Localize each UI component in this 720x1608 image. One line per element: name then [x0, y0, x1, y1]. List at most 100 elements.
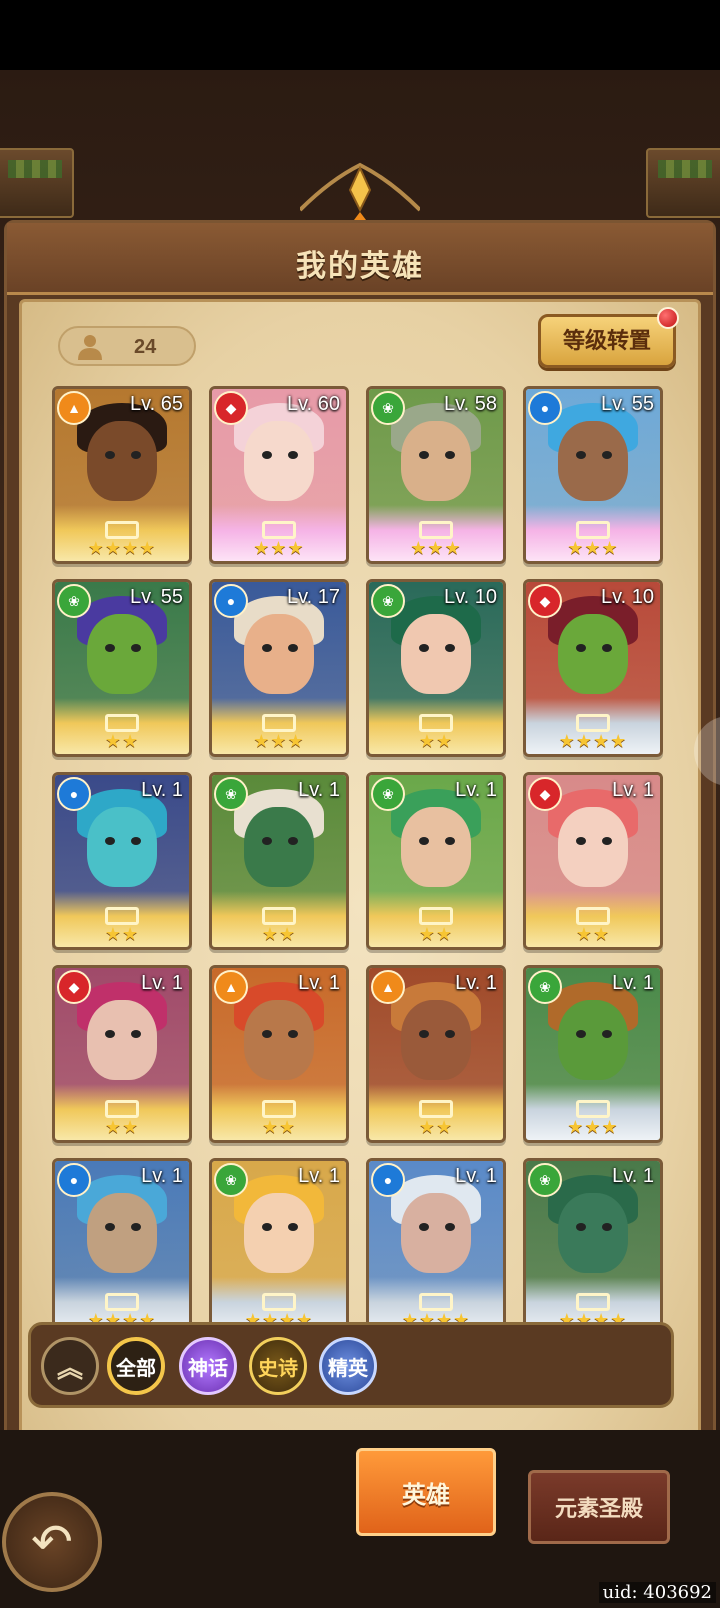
- hero-eye: [105, 1030, 115, 1038]
- hero-eye: [445, 644, 455, 652]
- hero-level: Lv. 10: [601, 586, 654, 608]
- element-water-icon: ●: [371, 1163, 405, 1197]
- hero-eye: [288, 451, 298, 459]
- tab-heroes[interactable]: 英雄: [356, 1448, 496, 1536]
- hero-stars: ★★: [418, 731, 454, 751]
- hero-eye: [576, 837, 586, 845]
- element-wind-icon: ❀: [57, 584, 91, 618]
- hero-level: Lv. 1: [455, 972, 497, 994]
- hero-eye: [105, 837, 115, 845]
- filter-mythic-button[interactable]: 神话: [179, 1337, 237, 1395]
- hero-level: Lv. 58: [444, 393, 497, 415]
- element-water-icon: ●: [57, 777, 91, 811]
- hero-eye: [445, 837, 455, 845]
- hero-card[interactable]: Lv. 1 ● ★★★★: [52, 1158, 192, 1336]
- person-icon: [78, 335, 102, 360]
- hero-card[interactable]: Lv. 65 ▲ ★★★★: [52, 386, 192, 564]
- hero-stars: ★★★★: [87, 538, 157, 558]
- hero-face: [244, 807, 314, 887]
- hero-face: [87, 614, 157, 694]
- hero-card[interactable]: Lv. 1 ● ★★: [52, 772, 192, 950]
- hero-card[interactable]: Lv. 1 ◆ ★★: [52, 965, 192, 1143]
- hero-crest-icon: [262, 907, 296, 925]
- hero-face: [401, 1193, 471, 1273]
- hero-card[interactable]: Lv. 10 ❀ ★★: [366, 579, 506, 757]
- hero-crest-icon: [105, 714, 139, 732]
- hero-eye: [288, 837, 298, 845]
- collapse-chevron-icon[interactable]: ︽: [41, 1337, 99, 1395]
- hero-card[interactable]: Lv. 1 ◆ ★★: [523, 772, 663, 950]
- hero-eye: [419, 451, 429, 459]
- back-arrow-icon[interactable]: ↶: [2, 1492, 102, 1592]
- hero-eye: [288, 1223, 298, 1231]
- hero-stars: ★★: [104, 924, 140, 944]
- hero-card[interactable]: Lv. 1 ▲ ★★: [366, 965, 506, 1143]
- filter-all-button[interactable]: 全部: [107, 1337, 165, 1395]
- hero-card[interactable]: Lv. 55 ❀ ★★: [52, 579, 192, 757]
- element-water-icon: ●: [214, 584, 248, 618]
- hero-card[interactable]: Lv. 1 ▲ ★★: [209, 965, 349, 1143]
- level-reset-button[interactable]: 等级转置: [538, 307, 679, 368]
- hero-level: Lv. 55: [130, 586, 183, 608]
- level-reset-label: 等级转置: [562, 328, 651, 353]
- hero-level: Lv. 1: [612, 972, 654, 994]
- hero-card[interactable]: Lv. 1 ❀ ★★★: [523, 965, 663, 1143]
- hero-card[interactable]: Lv. 1 ● ★★★★: [366, 1158, 506, 1336]
- hero-card[interactable]: Lv. 55 ● ★★★: [523, 386, 663, 564]
- hero-stars: ★★★: [410, 538, 462, 558]
- right-pillar-decoration: [646, 148, 720, 218]
- hero-level: Lv. 1: [612, 1165, 654, 1187]
- hero-eye: [419, 644, 429, 652]
- tab-element-temple[interactable]: 元素圣殿: [528, 1470, 670, 1544]
- hero-stars: ★★: [575, 924, 611, 944]
- element-water-icon: ●: [528, 391, 562, 425]
- hero-card[interactable]: Lv. 1 ❀ ★★: [209, 772, 349, 950]
- hero-face: [558, 421, 628, 501]
- hero-level: Lv. 65: [130, 393, 183, 415]
- element-water-icon: ●: [57, 1163, 91, 1197]
- hero-card[interactable]: Lv. 1 ❀ ★★: [366, 772, 506, 950]
- hero-stars: ★★: [418, 924, 454, 944]
- hero-crest-icon: [262, 1293, 296, 1311]
- hero-eye: [105, 1223, 115, 1231]
- hero-face: [87, 1000, 157, 1080]
- hero-crest-icon: [105, 521, 139, 539]
- hero-eye: [576, 451, 586, 459]
- hero-face: [558, 807, 628, 887]
- user-id-label: uid: 403692: [598, 1582, 716, 1603]
- rarity-filter-bar: ︽ 全部 神话 史诗 精英: [28, 1322, 674, 1408]
- hero-crest-icon: [576, 1293, 610, 1311]
- hero-eye: [419, 1223, 429, 1231]
- hero-stars: ★★★: [567, 1117, 619, 1137]
- hero-level: Lv. 17: [287, 586, 340, 608]
- hero-crest-icon: [576, 907, 610, 925]
- hero-crest-icon: [576, 521, 610, 539]
- element-fire-icon: ▲: [371, 970, 405, 1004]
- hero-eye: [288, 1030, 298, 1038]
- hero-eye: [602, 837, 612, 845]
- hero-face: [558, 614, 628, 694]
- hero-card[interactable]: Lv. 1 ❀ ★★★★: [209, 1158, 349, 1336]
- hero-eye: [576, 644, 586, 652]
- hero-stars: ★★: [418, 1117, 454, 1137]
- hero-eye: [419, 1030, 429, 1038]
- hero-crest-icon: [262, 1100, 296, 1118]
- hero-card[interactable]: Lv. 60 ◆ ★★★: [209, 386, 349, 564]
- hero-face: [401, 614, 471, 694]
- hero-eye: [602, 1030, 612, 1038]
- hero-eye: [602, 644, 612, 652]
- hero-stars: ★★★: [567, 538, 619, 558]
- hero-eye: [131, 644, 141, 652]
- filter-epic-button[interactable]: 史诗: [249, 1337, 307, 1395]
- hero-eye: [262, 1223, 272, 1231]
- hero-count-badge: 24: [58, 326, 196, 366]
- hero-card[interactable]: Lv. 17 ● ★★★: [209, 579, 349, 757]
- element-wind-icon: ❀: [214, 777, 248, 811]
- filter-elite-button[interactable]: 精英: [319, 1337, 377, 1395]
- hero-card[interactable]: Lv. 10 ◆ ★★★★: [523, 579, 663, 757]
- hero-card[interactable]: Lv. 1 ❀ ★★★★: [523, 1158, 663, 1336]
- hero-crest-icon: [419, 907, 453, 925]
- hero-card[interactable]: Lv. 58 ❀ ★★★: [366, 386, 506, 564]
- hero-eye: [131, 1223, 141, 1231]
- hero-eye: [262, 451, 272, 459]
